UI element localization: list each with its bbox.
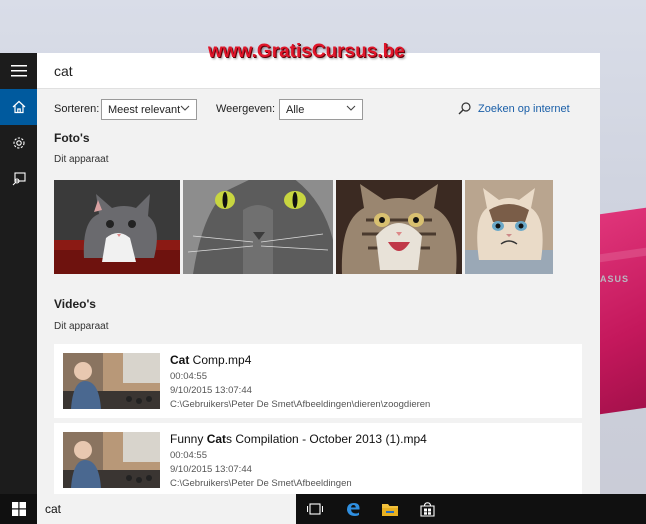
- video-result-2[interactable]: Funny Cats Compilation - October 2013 (1…: [54, 423, 582, 494]
- task-view-icon: [307, 503, 323, 515]
- taskbar: cat: [0, 494, 646, 524]
- home-button[interactable]: [0, 89, 37, 125]
- show-dropdown[interactable]: Alle: [279, 99, 363, 120]
- kitten-photo-image: [54, 180, 180, 274]
- windows-start-icon: [11, 502, 26, 516]
- video-result-1[interactable]: Cat Comp.mp4 00:04:55 9/10/2015 13:07:44…: [54, 344, 582, 418]
- hamburger-menu-icon: [10, 65, 27, 77]
- photos-title: Foto's: [54, 131, 90, 145]
- kitten-photo[interactable]: [54, 180, 180, 274]
- video-thumbnail: [63, 353, 160, 409]
- search-results-panel: cat Sorteren: Meest relevant Weergeven: …: [37, 53, 600, 494]
- video-title: Cat Comp.mp4: [170, 353, 252, 367]
- filter-row: Sorteren: Meest relevant Weergeven: Alle…: [54, 99, 584, 121]
- store-icon: [419, 501, 435, 517]
- home-icon: [12, 100, 25, 114]
- edge-button[interactable]: [335, 494, 371, 524]
- desktop-laptop-image: [600, 205, 646, 415]
- laptop-logo: ASUS: [600, 274, 630, 284]
- start-button[interactable]: [0, 494, 37, 524]
- search-web-link[interactable]: Zoeken op internet: [458, 102, 570, 115]
- video-date: 9/10/2015 13:07:44: [170, 464, 252, 475]
- video-duration: 00:04:55: [170, 450, 207, 461]
- file-explorer-icon: [382, 504, 398, 516]
- search-web-label: Zoeken op internet: [478, 103, 570, 115]
- video-thumbnail: [63, 432, 160, 488]
- watermark: www.GratisCursus.be: [208, 41, 405, 62]
- feedback-icon: [12, 172, 26, 186]
- hamburger-menu-button[interactable]: [0, 53, 37, 89]
- video-duration: 00:04:55: [170, 371, 207, 382]
- sort-label: Sorteren:: [54, 103, 100, 115]
- chevron-down-icon: [180, 105, 190, 111]
- videos-subtitle: Dit apparaat: [54, 321, 109, 332]
- settings-button[interactable]: [0, 125, 37, 161]
- sort-value: Meest relevant: [108, 104, 181, 116]
- video-path: C:\Gebruikers\Peter De Smet\Afbeeldingen…: [170, 399, 431, 410]
- taskbar-search-text[interactable]: cat: [45, 502, 61, 516]
- store-button[interactable]: [409, 494, 445, 524]
- grumpy-cat-photo[interactable]: [465, 180, 553, 274]
- taskbar-search-box[interactable]: cat: [37, 494, 296, 524]
- green-eyed-cat-photo[interactable]: [183, 180, 333, 274]
- laughing-kitten-image: [336, 180, 462, 274]
- video-path: C:\Gebruikers\Peter De Smet\Afbeeldingen: [170, 478, 352, 489]
- laughing-kitten-photo[interactable]: [336, 180, 462, 274]
- search-query[interactable]: cat: [54, 63, 73, 79]
- sort-dropdown[interactable]: Meest relevant: [101, 99, 197, 120]
- task-view-button[interactable]: [297, 494, 333, 524]
- show-label: Weergeven:: [216, 103, 276, 115]
- chevron-down-icon: [346, 105, 356, 111]
- file-explorer-button[interactable]: [372, 494, 408, 524]
- green-eyed-cat-image: [183, 180, 333, 274]
- video-date: 9/10/2015 13:07:44: [170, 385, 252, 396]
- cortana-rail: [0, 53, 37, 494]
- edge-icon: [347, 503, 360, 516]
- gear-icon: [12, 137, 25, 149]
- video-title: Funny Cats Compilation - October 2013 (1…: [170, 432, 427, 446]
- feedback-button[interactable]: [0, 161, 37, 197]
- show-value: Alle: [286, 104, 305, 116]
- videos-title: Video's: [54, 297, 96, 311]
- photos-subtitle: Dit apparaat: [54, 154, 109, 165]
- search-icon: [458, 102, 471, 115]
- grumpy-cat-image: [465, 180, 553, 274]
